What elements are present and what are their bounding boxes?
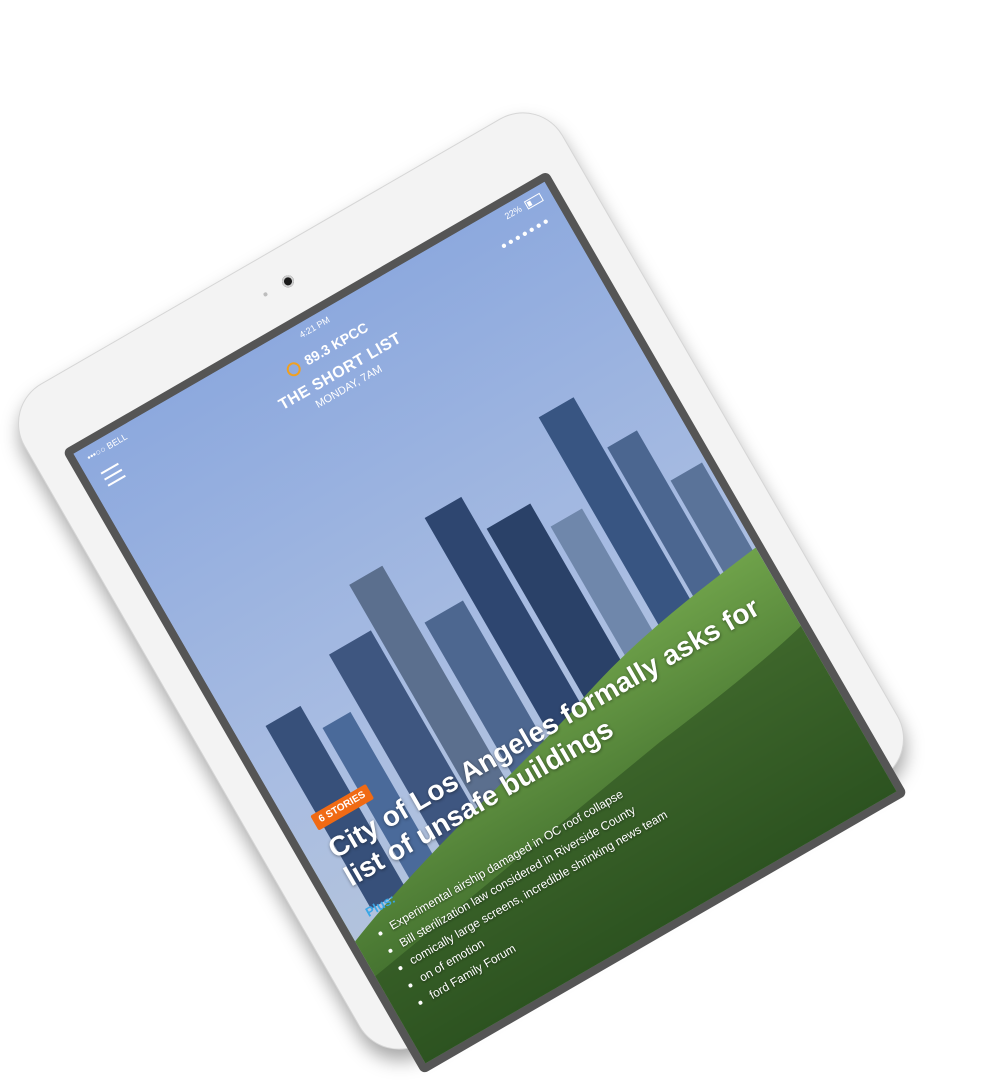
kpcc-logo-icon	[284, 359, 304, 380]
screen-bezel: •••○○ BELL 4:21 PM 22% ●●●●●●● 89.3 KPCC…	[62, 170, 908, 1075]
front-sensor	[262, 291, 269, 298]
app-screen: •••○○ BELL 4:21 PM 22% ●●●●●●● 89.3 KPCC…	[73, 181, 897, 1064]
front-camera	[279, 273, 297, 290]
tablet-device: •••○○ BELL 4:21 PM 22% ●●●●●●● 89.3 KPCC…	[1, 95, 921, 1075]
